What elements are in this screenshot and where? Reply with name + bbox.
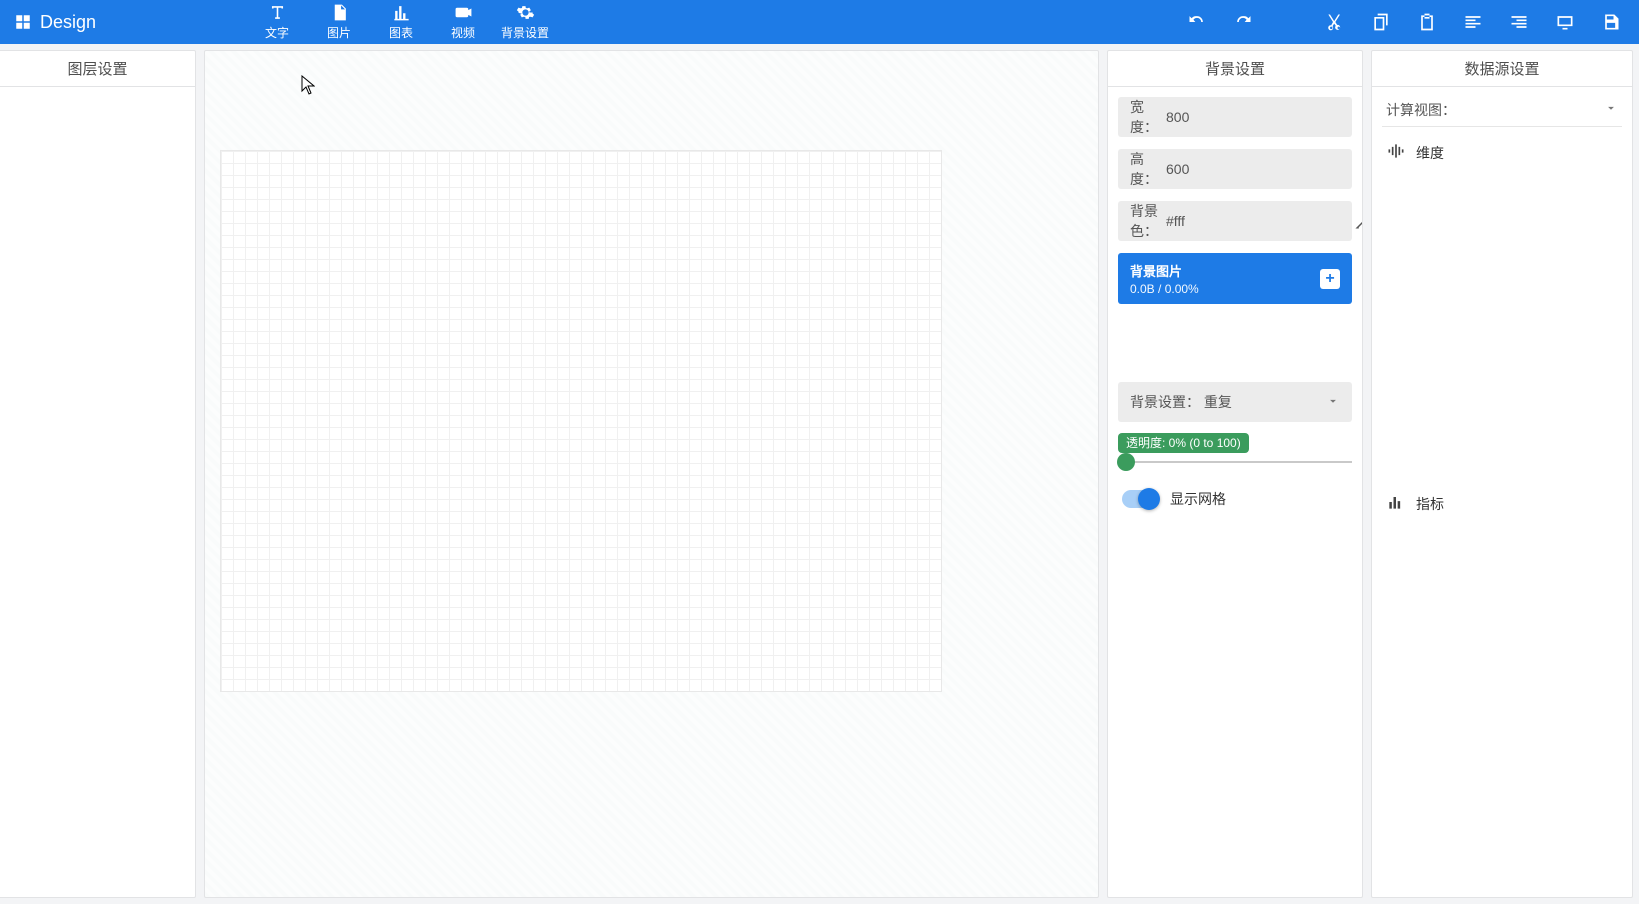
canvas-area[interactable]	[204, 50, 1099, 898]
width-field[interactable]: 宽度：	[1118, 97, 1352, 137]
calc-view-select[interactable]: 计算视图：	[1382, 99, 1622, 127]
bg-image-preview	[1118, 316, 1352, 370]
bg-color-input[interactable]	[1164, 212, 1349, 230]
dimension-label: 维度	[1416, 143, 1444, 163]
insert-image-button[interactable]: 图片	[308, 0, 370, 44]
insert-text-button[interactable]: 文字	[246, 0, 308, 44]
show-grid-label: 显示网格	[1170, 489, 1226, 509]
gear-icon	[516, 3, 535, 22]
height-label: 高度：	[1130, 149, 1158, 189]
width-input[interactable]	[1164, 108, 1349, 126]
top-toolbar: Design 文字 图片 图表 视频 背景设置	[0, 0, 1639, 44]
background-settings-title: 背景设置	[1108, 51, 1362, 87]
eyedropper-icon[interactable]	[1355, 212, 1362, 230]
background-settings-panel: 背景设置 宽度： 高度： 背景色： 背景图片 0.0B / 0.00%	[1107, 50, 1363, 898]
cursor-icon	[301, 75, 315, 95]
bar-chart-icon	[392, 3, 411, 22]
bg-image-title: 背景图片	[1130, 261, 1199, 280]
height-input[interactable]	[1164, 160, 1349, 178]
right-tool-group	[1187, 0, 1625, 44]
bar-chart-small-icon	[1386, 492, 1406, 515]
dimension-item[interactable]: 维度	[1382, 135, 1622, 170]
data-source-title: 数据源设置	[1372, 51, 1632, 87]
data-source-panel: 数据源设置 计算视图： 维度 指标	[1371, 50, 1633, 898]
chevron-down-icon	[1604, 101, 1618, 118]
width-label: 宽度：	[1130, 97, 1158, 137]
bg-color-field[interactable]: 背景色：	[1118, 201, 1352, 241]
slider-thumb[interactable]	[1117, 453, 1135, 471]
video-icon	[454, 3, 473, 22]
dashboard-icon	[14, 13, 32, 31]
bg-image-add-button[interactable]: +	[1320, 269, 1340, 289]
bg-color-label: 背景色：	[1130, 201, 1158, 241]
insert-chart-button[interactable]: 图表	[370, 0, 432, 44]
undo-button[interactable]	[1187, 12, 1207, 32]
layers-panel-title: 图层设置	[0, 51, 195, 87]
metric-label: 指标	[1416, 494, 1444, 514]
app-brand: Design	[14, 0, 96, 44]
bg-image-row: 背景图片 0.0B / 0.00% +	[1118, 253, 1352, 304]
insert-video-button[interactable]: 视频	[432, 0, 494, 44]
app-title: Design	[40, 12, 96, 33]
calc-view-label: 计算视图：	[1386, 100, 1456, 120]
copy-button[interactable]	[1371, 12, 1391, 32]
chevron-down-icon	[1326, 394, 1340, 411]
cut-button[interactable]	[1325, 12, 1345, 32]
insert-video-label: 视频	[451, 24, 475, 41]
insert-text-label: 文字	[265, 24, 289, 41]
insert-chart-label: 图表	[389, 24, 413, 41]
text-icon	[268, 3, 287, 22]
align-left-button[interactable]	[1463, 12, 1483, 32]
bg-repeat-value: 重复	[1204, 394, 1232, 410]
preview-button[interactable]	[1555, 12, 1575, 32]
opacity-chip: 透明度: 0% (0 to 100)	[1118, 433, 1249, 453]
align-right-button[interactable]	[1509, 12, 1529, 32]
height-field[interactable]: 高度：	[1118, 149, 1352, 189]
waveform-icon	[1386, 141, 1406, 164]
image-file-icon	[330, 3, 349, 22]
slider-track	[1118, 461, 1352, 463]
design-canvas[interactable]	[221, 151, 941, 691]
insert-tool-group: 文字 图片 图表 视频 背景设置	[246, 0, 556, 44]
metric-item[interactable]: 指标	[1382, 486, 1622, 521]
background-settings-button[interactable]: 背景设置	[494, 0, 556, 44]
workspace: 图层设置 背景设置 宽度： 高度： 背景色：	[0, 44, 1639, 904]
bg-repeat-select[interactable]: 背景设置： 重复	[1118, 382, 1352, 422]
redo-button[interactable]	[1233, 12, 1253, 32]
show-grid-row: 显示网格	[1118, 485, 1352, 509]
background-settings-label: 背景设置	[501, 24, 549, 41]
paste-button[interactable]	[1417, 12, 1437, 32]
bg-repeat-label: 背景设置：	[1130, 394, 1200, 410]
layers-panel: 图层设置	[0, 50, 196, 898]
bg-image-status: 0.0B / 0.00%	[1130, 282, 1199, 296]
save-button[interactable]	[1601, 12, 1621, 32]
opacity-slider[interactable]	[1118, 451, 1352, 473]
insert-image-label: 图片	[327, 24, 351, 41]
show-grid-toggle[interactable]	[1122, 490, 1158, 508]
